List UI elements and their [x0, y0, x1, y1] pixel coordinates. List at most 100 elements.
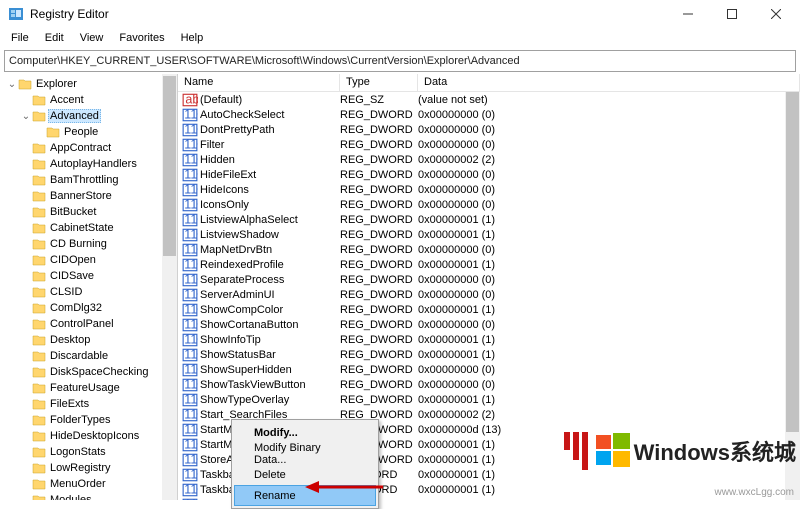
tree-label: Discardable	[48, 350, 110, 362]
expand-icon[interactable]: ⌄	[6, 79, 18, 90]
value-row[interactable]: 110ShowCortanaButtonREG_DWORD0x00000000 …	[178, 317, 800, 332]
tree-node[interactable]: FolderTypes	[2, 412, 177, 428]
value-row[interactable]: 110SeparateProcessREG_DWORD0x00000000 (0…	[178, 272, 800, 287]
watermark-text: www.wxcLgg.com	[715, 487, 794, 498]
menu-file[interactable]: File	[4, 30, 36, 46]
tree-node[interactable]: CD Burning	[2, 236, 177, 252]
value-row[interactable]: 110HideIconsREG_DWORD0x00000000 (0)	[178, 182, 800, 197]
svg-text:110: 110	[184, 392, 198, 406]
tree-node[interactable]: Discardable	[2, 348, 177, 364]
value-row[interactable]: ab(Default)REG_SZ(value not set)	[178, 92, 800, 107]
tree-node[interactable]: BitBucket	[2, 204, 177, 220]
value-row[interactable]: 110DontPrettyPathREG_DWORD0x00000000 (0)	[178, 122, 800, 137]
value-row[interactable]: 110FilterREG_DWORD0x00000000 (0)	[178, 137, 800, 152]
expand-icon[interactable]: ⌄	[20, 111, 32, 122]
value-row[interactable]: 110ServerAdminUIREG_DWORD0x00000000 (0)	[178, 287, 800, 302]
value-row[interactable]: 110IconsOnlyREG_DWORD0x00000000 (0)	[178, 197, 800, 212]
tree-node[interactable]: AutoplayHandlers	[2, 156, 177, 172]
tree-node[interactable]: Desktop	[2, 332, 177, 348]
value-row[interactable]: 110ListviewAlphaSelectREG_DWORD0x0000000…	[178, 212, 800, 227]
tree-scroll-thumb[interactable]	[163, 76, 176, 256]
tree-node[interactable]: LogonStats	[2, 444, 177, 460]
menu-help[interactable]: Help	[174, 30, 211, 46]
tree-node[interactable]: MenuOrder	[2, 476, 177, 492]
minimize-button[interactable]	[666, 0, 710, 28]
dword-icon: 110	[182, 228, 198, 242]
ctx-modify[interactable]: Modify...	[234, 422, 376, 443]
value-row[interactable]: 110MapNetDrvBtnREG_DWORD0x00000000 (0)	[178, 242, 800, 257]
tree-label: MenuOrder	[48, 478, 108, 490]
tree-node[interactable]: ⌄Explorer	[2, 76, 177, 92]
value-row[interactable]: 110ReindexedProfileREG_DWORD0x00000001 (…	[178, 257, 800, 272]
close-button[interactable]	[754, 0, 798, 28]
svg-text:110: 110	[184, 317, 198, 331]
tree-node[interactable]: People	[2, 124, 177, 140]
tree-label: ControlPanel	[48, 318, 116, 330]
value-row[interactable]: 110ShowSuperHiddenREG_DWORD0x00000000 (0…	[178, 362, 800, 377]
value-type: REG_DWORD	[340, 139, 418, 151]
tree-node[interactable]: FeatureUsage	[2, 380, 177, 396]
value-row[interactable]: 110ShowInfoTipREG_DWORD0x00000001 (1)	[178, 332, 800, 347]
dword-icon: 110	[182, 198, 198, 212]
tree-label: FileExts	[48, 398, 91, 410]
value-name: ListviewShadow	[200, 229, 340, 241]
folder-icon	[32, 381, 46, 395]
value-row[interactable]: 110ListviewShadowREG_DWORD0x00000001 (1)	[178, 227, 800, 242]
tree-node[interactable]: FileExts	[2, 396, 177, 412]
tree-node[interactable]: BamThrottling	[2, 172, 177, 188]
folder-icon	[32, 141, 46, 155]
tree-node[interactable]: Accent	[2, 92, 177, 108]
value-row[interactable]: 110AutoCheckSelectREG_DWORD0x00000000 (0…	[178, 107, 800, 122]
dword-icon: 110	[182, 333, 198, 347]
address-bar[interactable]: Computer\HKEY_CURRENT_USER\SOFTWARE\Micr…	[4, 50, 796, 72]
list-scroll-thumb[interactable]	[786, 92, 799, 432]
tree-label: BamThrottling	[48, 174, 120, 186]
tree-node[interactable]: DiskSpaceChecking	[2, 364, 177, 380]
value-data: 0x00000000 (0)	[418, 379, 800, 391]
menu-view[interactable]: View	[73, 30, 111, 46]
value-row[interactable]: 110ShowTypeOverlayREG_DWORD0x00000001 (1…	[178, 392, 800, 407]
menu-edit[interactable]: Edit	[38, 30, 71, 46]
tree-node[interactable]: ⌄Advanced	[2, 108, 177, 124]
maximize-button[interactable]	[710, 0, 754, 28]
value-name: AutoCheckSelect	[200, 109, 340, 121]
tree-scrollbar[interactable]	[162, 74, 177, 500]
value-name: ShowTypeOverlay	[200, 394, 340, 406]
tree-node[interactable]: CIDOpen	[2, 252, 177, 268]
menu-favorites[interactable]: Favorites	[112, 30, 171, 46]
value-name: ShowInfoTip	[200, 334, 340, 346]
svg-text:110: 110	[184, 257, 198, 271]
tree-node[interactable]: CabinetState	[2, 220, 177, 236]
dword-icon: 110	[182, 258, 198, 272]
value-row[interactable]: 110HiddenREG_DWORD0x00000002 (2)	[178, 152, 800, 167]
svg-text:110: 110	[184, 362, 198, 376]
dword-icon: 110	[182, 183, 198, 197]
dword-icon: 110	[182, 108, 198, 122]
value-row[interactable]: 110HideFileExtREG_DWORD0x00000000 (0)	[178, 167, 800, 182]
tree-node[interactable]: BannerStore	[2, 188, 177, 204]
value-type: REG_DWORD	[340, 184, 418, 196]
tree-node[interactable]: CLSID	[2, 284, 177, 300]
dword-icon: 110	[182, 273, 198, 287]
folder-icon	[32, 493, 46, 500]
ctx-modify-binary[interactable]: Modify Binary Data...	[234, 443, 376, 464]
svg-text:110: 110	[184, 452, 198, 466]
tree-node[interactable]: ComDlg32	[2, 300, 177, 316]
tree-node[interactable]: ControlPanel	[2, 316, 177, 332]
folder-icon	[32, 429, 46, 443]
tree-node[interactable]: Modules	[2, 492, 177, 500]
value-row[interactable]: 110ShowStatusBarREG_DWORD0x00000001 (1)	[178, 347, 800, 362]
column-name[interactable]: Name	[178, 74, 340, 91]
address-text: Computer\HKEY_CURRENT_USER\SOFTWARE\Micr…	[9, 55, 520, 67]
tree-node[interactable]: LowRegistry	[2, 460, 177, 476]
svg-text:ab: ab	[185, 92, 198, 106]
tree-pane[interactable]: ⌄ExplorerAccent⌄AdvancedPeopleAppContrac…	[0, 74, 178, 500]
tree-node[interactable]: CIDSave	[2, 268, 177, 284]
tree-node[interactable]: AppContract	[2, 140, 177, 156]
tree-node[interactable]: HideDesktopIcons	[2, 428, 177, 444]
column-data[interactable]: Data	[418, 74, 800, 91]
value-name: HideFileExt	[200, 169, 340, 181]
column-type[interactable]: Type	[340, 74, 418, 91]
value-row[interactable]: 110ShowTaskViewButtonREG_DWORD0x00000000…	[178, 377, 800, 392]
value-row[interactable]: 110ShowCompColorREG_DWORD0x00000001 (1)	[178, 302, 800, 317]
